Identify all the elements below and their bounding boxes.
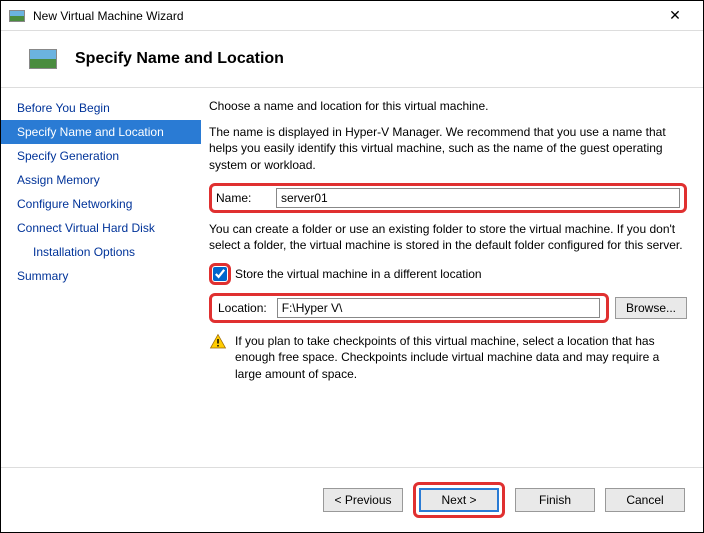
checkbox-highlight xyxy=(209,263,231,285)
close-icon[interactable]: ✕ xyxy=(655,7,695,24)
page-title: Specify Name and Location xyxy=(75,50,284,68)
wizard-body: Before You Begin Specify Name and Locati… xyxy=(1,87,703,467)
wizard-content: Choose a name and location for this virt… xyxy=(201,88,703,467)
warning-text: If you plan to take checkpoints of this … xyxy=(235,333,687,382)
next-highlight: Next > xyxy=(413,482,505,518)
location-input[interactable] xyxy=(277,298,600,318)
wizard-header: Specify Name and Location xyxy=(1,31,703,87)
step-assign-memory[interactable]: Assign Memory xyxy=(1,168,201,192)
step-summary[interactable]: Summary xyxy=(1,264,201,288)
step-installation-options[interactable]: Installation Options xyxy=(1,240,201,264)
name-label: Name: xyxy=(216,190,276,206)
folder-help-text: You can create a folder or use an existi… xyxy=(209,221,687,253)
step-before-you-begin[interactable]: Before You Begin xyxy=(1,96,201,120)
name-input[interactable] xyxy=(276,188,680,208)
wizard-footer: < Previous Next > Finish Cancel xyxy=(1,467,703,532)
wizard-icon xyxy=(29,49,57,69)
cancel-button[interactable]: Cancel xyxy=(605,488,685,512)
app-icon xyxy=(9,10,25,22)
titlebar: New Virtual Machine Wizard ✕ xyxy=(1,1,703,31)
store-checkbox-label: Store the virtual machine in a different… xyxy=(235,266,482,282)
previous-button[interactable]: < Previous xyxy=(323,488,403,512)
warning-icon xyxy=(209,333,227,355)
store-diff-location-checkbox[interactable] xyxy=(213,267,227,281)
warning-row: If you plan to take checkpoints of this … xyxy=(209,333,687,382)
name-help-text: The name is displayed in Hyper-V Manager… xyxy=(209,124,687,173)
browse-button[interactable]: Browse... xyxy=(615,297,687,319)
step-configure-networking[interactable]: Configure Networking xyxy=(1,192,201,216)
intro-text: Choose a name and location for this virt… xyxy=(209,98,687,114)
location-label: Location: xyxy=(218,300,267,316)
name-highlight: Name: xyxy=(209,183,687,213)
window-title: New Virtual Machine Wizard xyxy=(33,9,655,23)
wizard-steps-sidebar: Before You Begin Specify Name and Locati… xyxy=(1,88,201,467)
step-specify-name-location[interactable]: Specify Name and Location xyxy=(1,120,201,144)
step-specify-generation[interactable]: Specify Generation xyxy=(1,144,201,168)
location-highlight: Location: xyxy=(209,293,609,323)
next-button[interactable]: Next > xyxy=(419,488,499,512)
step-connect-vhd[interactable]: Connect Virtual Hard Disk xyxy=(1,216,201,240)
finish-button[interactable]: Finish xyxy=(515,488,595,512)
wizard-window: New Virtual Machine Wizard ✕ Specify Nam… xyxy=(0,0,704,533)
